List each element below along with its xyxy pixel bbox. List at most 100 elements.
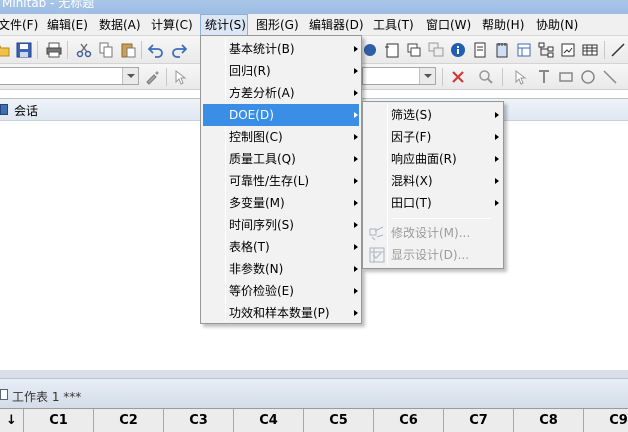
menu-item-doe[interactable]: DOE(D) [203, 104, 359, 126]
copy-icon[interactable] [98, 42, 114, 58]
worksheet-header[interactable]: 工作表 1 *** [0, 378, 628, 408]
brush-icon[interactable] [144, 69, 160, 85]
paste-icon[interactable] [120, 42, 136, 58]
undo-icon[interactable] [148, 42, 164, 58]
chevron-down-icon[interactable] [122, 68, 138, 84]
notes-icon[interactable] [494, 42, 510, 58]
menu-item-anova[interactable]: 方差分析(A) [203, 82, 359, 104]
menu-item-control-charts[interactable]: 控制图(C) [203, 126, 359, 148]
column-header[interactable]: C5 [304, 409, 374, 432]
graph-icon[interactable] [362, 42, 378, 58]
menu-item-power-sample-size[interactable]: 功效和样本数量(P) [203, 302, 359, 324]
menu-item-screening[interactable]: 筛选(S) [365, 104, 501, 126]
tree-icon[interactable] [538, 42, 554, 58]
menu-item-display-design: 显示设计(D)... [365, 244, 501, 266]
menu-item-factorial[interactable]: 因子(F) [365, 126, 501, 148]
menubar: 文件(F) 编辑(E) 数据(A) 计算(C) 统计(S) 图形(G) 编辑器(… [0, 14, 628, 36]
worksheet-icon [0, 389, 8, 400]
menu-help[interactable]: 帮助(H) [482, 14, 524, 36]
menu-item-basic-stats[interactable]: 基本统计(B) [203, 38, 359, 60]
column-header[interactable]: C4 [234, 409, 304, 432]
worksheet-icon[interactable] [384, 42, 400, 58]
cut-icon[interactable] [76, 42, 92, 58]
delete-icon[interactable] [450, 69, 466, 85]
submenu-arrow-icon [495, 200, 499, 206]
menu-tools[interactable]: 工具(T) [373, 14, 414, 36]
modify-design-icon [369, 226, 384, 241]
menu-item-taguchi[interactable]: 田口(T) [365, 192, 501, 214]
submenu-arrow-icon [495, 178, 499, 184]
column-header[interactable]: C6 [374, 409, 444, 432]
menu-item-tables[interactable]: 表格(T) [203, 236, 359, 258]
menu-item-mixture[interactable]: 混料(X) [365, 170, 501, 192]
menu-item-nonparametrics[interactable]: 非参数(N) [203, 258, 359, 280]
menu-stat[interactable]: 统计(S) [200, 14, 248, 36]
column-header[interactable]: C2 [94, 409, 164, 432]
menu-data[interactable]: 数据(A) [99, 14, 141, 36]
menu-window[interactable]: 窗口(W) [426, 14, 471, 36]
submenu-arrow-icon [354, 178, 358, 184]
session-icon [0, 104, 8, 115]
submenu-arrow-icon [495, 156, 499, 162]
redo-icon[interactable] [171, 42, 187, 58]
project-manager-icon[interactable] [516, 42, 532, 58]
submenu-arrow-icon [354, 46, 358, 52]
font-combo[interactable] [362, 67, 436, 85]
submenu-arrow-icon [354, 222, 358, 228]
graph-folder-icon[interactable] [560, 42, 576, 58]
print-icon[interactable] [46, 42, 62, 58]
submenu-arrow-icon [354, 288, 358, 294]
menu-calc[interactable]: 计算(C) [151, 14, 193, 36]
chevron-down-icon[interactable] [419, 68, 435, 84]
stat-menu: 基本统计(B) 回归(R) 方差分析(A) DOE(D) 控制图(C) 质量工具… [200, 35, 362, 324]
menu-item-multivariate[interactable]: 多变量(M) [203, 192, 359, 214]
submenu-arrow-icon [354, 156, 358, 162]
submenu-arrow-icon [354, 134, 358, 140]
line-tool-icon[interactable] [610, 42, 626, 58]
submenu-arrow-icon [354, 68, 358, 74]
menu-item-quality-tools[interactable]: 质量工具(Q) [203, 148, 359, 170]
column-header[interactable]: C1 [24, 409, 94, 432]
save-icon[interactable] [16, 42, 32, 58]
menu-item-response-surface[interactable]: 响应曲面(R) [365, 148, 501, 170]
worksheet-column-headers: ↓ C1 C2 C3 C4 C5 C6 C7 C8 C9 [0, 408, 628, 432]
ellipse-tool-icon[interactable] [580, 69, 596, 85]
menu-item-equivalence-tests[interactable]: 等价检验(E) [203, 280, 359, 302]
column-header[interactable]: C7 [444, 409, 514, 432]
doe-submenu: 筛选(S) 因子(F) 响应曲面(R) 混料(X) 田口(T) 修改设计(M).… [362, 101, 504, 269]
column-header[interactable]: C3 [164, 409, 234, 432]
worksheet-combo[interactable] [0, 67, 139, 85]
menu-editor[interactable]: 编辑器(D) [309, 14, 364, 36]
text-tool-icon[interactable] [536, 69, 552, 85]
menu-item-time-series[interactable]: 时间序列(S) [203, 214, 359, 236]
select-arrow-icon[interactable] [512, 69, 528, 85]
submenu-arrow-icon [495, 112, 499, 118]
window-title: Minitab - 无标题 [2, 0, 95, 10]
submenu-arrow-icon [354, 310, 358, 316]
menu-assist[interactable]: 协助(N) [536, 14, 578, 36]
table-icon[interactable] [582, 42, 598, 58]
info-icon[interactable] [450, 42, 466, 58]
open-icon[interactable] [0, 42, 10, 58]
rectangle-tool-icon[interactable] [558, 69, 574, 85]
menu-item-regression[interactable]: 回归(R) [203, 60, 359, 82]
window-tile-icon[interactable] [406, 42, 422, 58]
submenu-arrow-icon [354, 90, 358, 96]
row-marker[interactable]: ↓ [0, 409, 24, 432]
zoom-icon[interactable] [478, 69, 494, 85]
menu-file[interactable]: 文件(F) [0, 14, 38, 36]
pointer-icon[interactable] [172, 69, 188, 85]
menu-edit[interactable]: 编辑(E) [47, 14, 88, 36]
menu-graph[interactable]: 图形(G) [256, 14, 299, 36]
column-header[interactable]: C8 [514, 409, 584, 432]
window-cascade-icon[interactable] [428, 42, 444, 58]
display-design-icon [369, 247, 385, 263]
session-title: 会话 [14, 104, 39, 118]
window-titlebar: Minitab - 无标题 [0, 0, 628, 14]
line-draw-icon[interactable] [602, 69, 618, 85]
column-header[interactable]: C9 [584, 409, 628, 432]
submenu-arrow-icon [495, 134, 499, 140]
submenu-arrow-icon [354, 112, 358, 118]
menu-item-reliability[interactable]: 可靠性/生存(L) [203, 170, 359, 192]
report-icon[interactable] [472, 42, 488, 58]
